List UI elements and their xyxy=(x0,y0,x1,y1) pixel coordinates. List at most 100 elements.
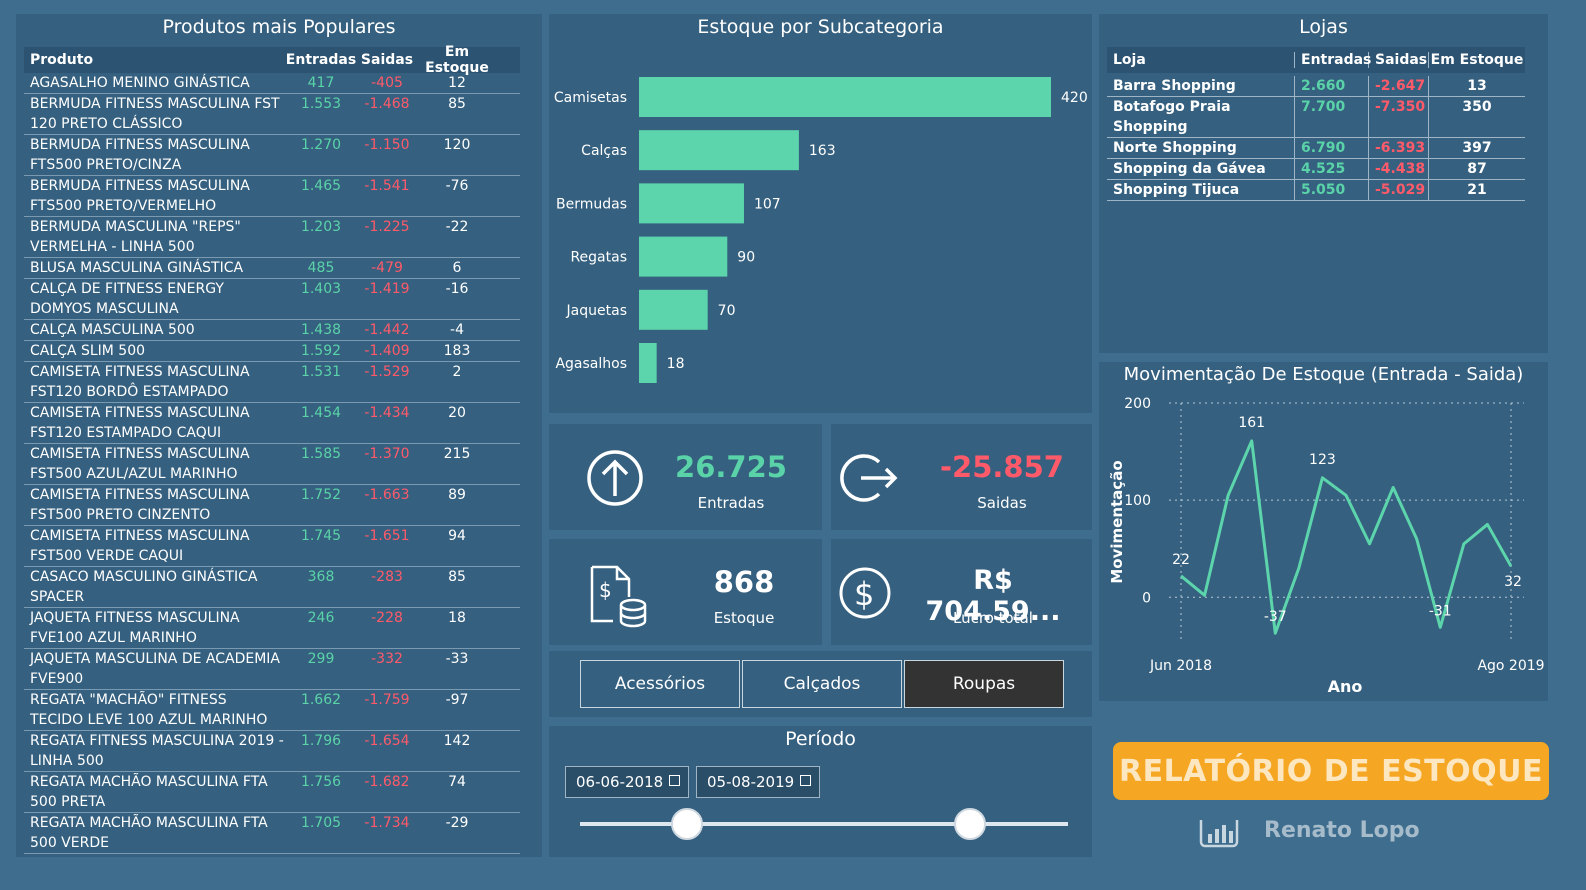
table-row[interactable]: Norte Shopping 6.790 -6.393 397 xyxy=(1107,138,1525,159)
product-estoque: -22 xyxy=(445,219,469,235)
product-estoque: 12 xyxy=(448,75,466,91)
table-row[interactable]: BERMUDA FITNESS MASCULINA FST 120 PRETO … xyxy=(24,94,520,135)
product-estoque: 89 xyxy=(448,487,466,503)
table-row[interactable]: JAQUETA FITNESS MASCULINA FVE100 AZUL MA… xyxy=(24,608,520,649)
calendar-icon[interactable] xyxy=(669,775,680,786)
table-row[interactable]: CAMISETA FITNESS MASCULINA FST500 PRETO … xyxy=(24,485,520,526)
slider-start-handle[interactable] xyxy=(671,808,703,840)
table-row[interactable]: BERMUDA FITNESS MASCULINA FTS500 PRETO/V… xyxy=(24,176,520,217)
product-saidas: -405 xyxy=(371,75,403,91)
end-date-input[interactable]: 05-08-2019 xyxy=(696,766,820,798)
table-row[interactable]: Shopping Tijuca 5.050 -5.029 21 xyxy=(1107,180,1525,201)
product-estoque: 142 xyxy=(443,733,471,749)
loja-estoque: 21 xyxy=(1467,182,1487,198)
table-row[interactable]: REGATA MACHÃO MASCULINA FTA 500 VERDE 1.7… xyxy=(24,813,520,854)
product-estoque: -97 xyxy=(445,692,469,708)
loja-name: Shopping da Gávea xyxy=(1107,159,1295,179)
header-saidas[interactable]: Saidas xyxy=(358,52,416,68)
table-row[interactable]: AGASALHO MENINO GINÁSTICA 417 -405 12 xyxy=(24,73,520,94)
table-row[interactable]: BERMUDA FITNESS MASCULINA FTS500 PRETO/C… xyxy=(24,135,520,176)
product-saidas: -1.442 xyxy=(364,322,410,338)
table-row[interactable]: BLUSA MASCULINA GINÁSTICA 485 -479 6 xyxy=(24,258,520,279)
loja-saidas: -7.350 xyxy=(1369,97,1429,137)
header-saidas[interactable]: Saidas xyxy=(1369,52,1429,68)
table-row[interactable]: CALÇA DE FITNESS ENERGY DOMYOS MASCULINA… xyxy=(24,279,520,320)
bar xyxy=(639,77,1051,117)
table-row[interactable]: REGATA FITNESS MASCULINA 2019 - LINHA 50… xyxy=(24,731,520,772)
end-date-value: 05-08-2019 xyxy=(707,773,795,791)
table-row[interactable]: CAMISETA FITNESS MASCULINA FST120 BORDÔ … xyxy=(24,362,520,403)
table-row[interactable]: CALÇA MASCULINA 500 1.438 -1.442 -4 xyxy=(24,320,520,341)
product-entradas: 1.662 xyxy=(300,692,342,708)
product-entradas: 299 xyxy=(307,651,335,667)
table-row[interactable]: BERMUDA MASCULINA "REPS" VERMELHA - LINH… xyxy=(24,217,520,258)
loja-name: Shopping Tijuca xyxy=(1107,180,1295,200)
lojas-table: Loja Entradas Saidas Em Estoque Barra Sh… xyxy=(1107,47,1525,201)
table-row[interactable]: CALÇA SLIM 500 1.592 -1.409 183 xyxy=(24,341,520,362)
kpi-entradas-value: 26.725 xyxy=(675,450,787,484)
y-axis-label: Movimentação xyxy=(1108,460,1126,583)
header-entradas[interactable]: Entradas xyxy=(284,52,358,68)
product-entradas: 368 xyxy=(307,569,335,585)
report-title-button[interactable]: RELATÓRIO DE ESTOQUE xyxy=(1113,742,1549,800)
header-loja[interactable]: Loja xyxy=(1107,52,1295,68)
product-entradas: 1.438 xyxy=(300,322,342,338)
table-row[interactable]: CAMISETA FITNESS MASCULINA FST120 ESTAMP… xyxy=(24,403,520,444)
start-date-value: 06-06-2018 xyxy=(576,773,664,791)
table-row[interactable]: REGATA MACHÃO MASCULINA FTA 500 PRETA 1.7… xyxy=(24,772,520,813)
table-row[interactable]: CASACO MASCULINO GINÁSTICA SPACER 368 -283… xyxy=(24,567,520,608)
dollar-circle-icon: $ xyxy=(839,567,891,619)
start-date-input[interactable]: 06-06-2018 xyxy=(565,766,689,798)
product-entradas: 1.752 xyxy=(300,487,342,503)
slider-end-handle[interactable] xyxy=(954,808,986,840)
kpi-saidas-value: -25.857 xyxy=(940,450,1064,484)
product-estoque: 183 xyxy=(443,343,471,359)
table-row[interactable]: REGATA "MACHÃO" FITNESS TECIDO LEVE 100 … xyxy=(24,690,520,731)
table-row[interactable]: Botafogo Praia Shopping 7.700 -7.350 350 xyxy=(1107,97,1525,138)
calendar-icon[interactable] xyxy=(800,775,811,786)
date-range-slider-track[interactable] xyxy=(580,822,1068,826)
product-name: CALÇA DE FITNESS ENERGY DOMYOS MASCULINA xyxy=(30,281,224,317)
filter-roupas-button[interactable]: Roupas xyxy=(904,660,1064,708)
data-label: 161 xyxy=(1238,415,1265,431)
product-name: CAMISETA FITNESS MASCULINA FST500 VERDE … xyxy=(30,528,250,564)
filter-acessorios-button[interactable]: Acessórios xyxy=(580,660,740,708)
table-row[interactable]: CAMISETA FITNESS MASCULINA FST500 AZUL/A… xyxy=(24,444,520,485)
header-estoque[interactable]: Em Estoque xyxy=(416,44,498,76)
product-name: BERMUDA FITNESS MASCULINA FTS500 PRETO/V… xyxy=(30,178,250,214)
y-tick-label: 0 xyxy=(1142,590,1151,606)
product-name: CAMISETA FITNESS MASCULINA FST500 PRETO … xyxy=(30,487,250,523)
series-line xyxy=(1180,439,1513,635)
product-entradas: 1.403 xyxy=(300,281,342,297)
product-entradas: 417 xyxy=(307,75,335,91)
loja-entradas: 2.660 xyxy=(1295,76,1369,96)
data-label: 18 xyxy=(667,356,685,372)
category-label: Jaquetas xyxy=(566,303,627,319)
data-label: 32 xyxy=(1504,574,1522,590)
product-entradas: 1.454 xyxy=(300,405,342,421)
table-row[interactable]: Shopping da Gávea 4.525 -4.438 87 xyxy=(1107,159,1525,180)
y-tick-label: 200 xyxy=(1124,396,1151,412)
header-estoque[interactable]: Em Estoque xyxy=(1429,52,1525,68)
lojas-rows: Barra Shopping 2.660 -2.647 13 Botafogo Prai… xyxy=(1107,76,1525,201)
loja-name: Botafogo Praia Shopping xyxy=(1107,97,1295,137)
header-produto[interactable]: Produto xyxy=(24,52,284,68)
product-saidas: -1.663 xyxy=(364,487,410,503)
table-row[interactable]: JAQUETA MASCULINA DE ACADEMIA FVE900 299 -… xyxy=(24,649,520,690)
loja-entradas: 6.790 xyxy=(1295,138,1369,158)
product-saidas: -1.468 xyxy=(364,96,410,112)
table-row[interactable]: CAMISETA FITNESS MASCULINA FST500 VERDE … xyxy=(24,526,520,567)
header-entradas[interactable]: Entradas xyxy=(1295,52,1371,68)
loja-estoque: 350 xyxy=(1462,99,1492,115)
loja-saidas: -5.029 xyxy=(1369,180,1429,200)
lojas-panel: Lojas Loja Entradas Saidas Em Estoque Ba… xyxy=(1099,14,1548,353)
filter-calcados-button[interactable]: Calçados xyxy=(742,660,902,708)
product-estoque: 120 xyxy=(443,137,471,153)
loja-saidas: -6.393 xyxy=(1369,138,1429,158)
product-name: CALÇA MASCULINA 500 xyxy=(30,322,195,338)
kpi-lucro-card: $ R$ 704.59... Lucro total xyxy=(831,539,1092,645)
table-row[interactable]: Barra Shopping 2.660 -2.647 13 xyxy=(1107,76,1525,97)
movimentacao-panel: Movimentação De Estoque (Entrada - Saida… xyxy=(1099,362,1548,701)
kpi-entradas-card: 26.725 Entradas xyxy=(549,424,822,530)
product-entradas: 1.553 xyxy=(300,96,342,112)
